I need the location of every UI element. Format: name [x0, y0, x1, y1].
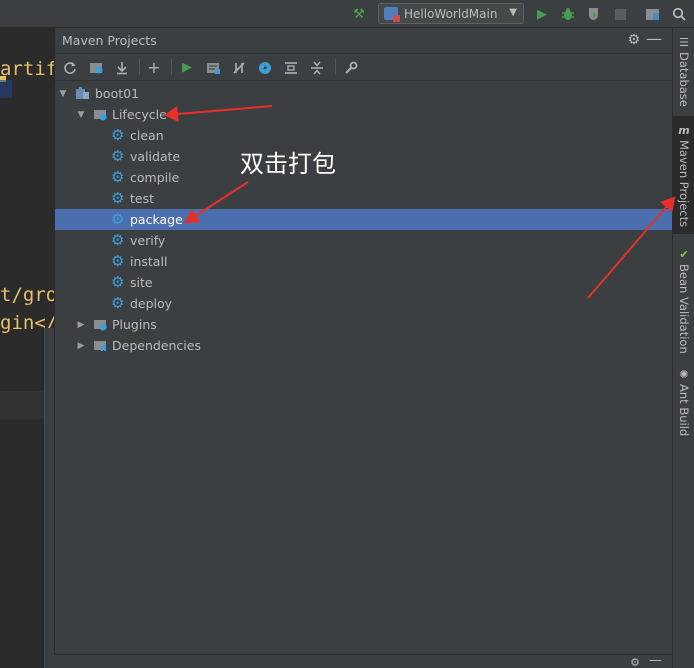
code-line: artif: [0, 58, 54, 80]
tab-bean-validation[interactable]: ✔ Bean Validation: [673, 248, 694, 354]
tab-maven-projects[interactable]: m Maven Projects: [673, 116, 694, 234]
annotation-text: 双击打包: [240, 150, 336, 178]
gear-icon[interactable]: ⚙: [627, 32, 640, 48]
phase-label: package: [130, 212, 183, 227]
phase-label: clean: [130, 128, 164, 143]
toolbar-separator: [335, 59, 336, 75]
phase-label: verify: [130, 233, 166, 248]
phase-label: deploy: [130, 296, 173, 311]
add-project-icon[interactable]: +: [145, 58, 163, 77]
tab-label: Maven Projects: [677, 140, 691, 228]
bottom-panel-edge: ⚙ —: [54, 653, 672, 668]
gear-icon: ⚙: [111, 252, 125, 270]
dependencies-folder-icon: [93, 338, 108, 353]
project-structure-icon[interactable]: [643, 5, 661, 23]
maven-icon: m: [678, 124, 690, 137]
chevron-down-icon: ▼: [509, 7, 517, 18]
lifecycle-phase-verify[interactable]: ⚙ verify: [55, 230, 673, 251]
ant-icon: ✺: [679, 368, 689, 381]
tree-node-lifecycle[interactable]: ▼ Lifecycle: [55, 104, 673, 125]
collapse-all-icon[interactable]: [308, 59, 326, 76]
code-editor[interactable]: artif t/gro gin</: [0, 28, 54, 668]
panel-title: Maven Projects: [62, 33, 157, 48]
editor-caret-row: [0, 391, 44, 419]
generate-sources-icon[interactable]: [87, 59, 105, 76]
lifecycle-phase-deploy[interactable]: ⚙ deploy: [55, 293, 673, 314]
phase-label: install: [130, 254, 168, 269]
maven-module-icon: [75, 86, 90, 101]
run-configuration-label: HelloWorldMain: [404, 6, 498, 21]
run-maven-build-icon[interactable]: ▶: [178, 59, 196, 76]
phase-label: compile: [130, 170, 180, 185]
main-toolbar: ⚒ HelloWorldMain ▼ ▶: [0, 0, 694, 28]
tab-database[interactable]: ☰ Database: [673, 36, 694, 107]
run-configuration-selector[interactable]: HelloWorldMain ▼: [378, 3, 524, 24]
maven-settings-wrench-icon[interactable]: [342, 59, 360, 76]
phase-label: site: [130, 275, 153, 290]
tab-label: Ant Build: [677, 384, 691, 437]
toolbar-separator: [171, 59, 172, 75]
code-selection: [0, 80, 12, 98]
execute-goal-icon[interactable]: [204, 59, 222, 76]
right-tool-window-strip: ☰ Database m Maven Projects ✔ Bean Valid…: [672, 28, 694, 668]
search-icon[interactable]: [670, 5, 688, 23]
phase-label: test: [130, 191, 155, 206]
run-with-coverage-icon[interactable]: [585, 5, 603, 23]
tree-node-label: Dependencies: [112, 338, 201, 353]
collapse-arrow-icon[interactable]: ▶: [76, 341, 86, 351]
tab-ant-build[interactable]: ✺ Ant Build: [673, 368, 694, 436]
lifecycle-phase-compile[interactable]: ⚙ compile: [55, 167, 673, 188]
maven-projects-panel: Maven Projects ⚙ — + ▶ ▼ boot01 ▼ Lifecy…: [54, 28, 673, 654]
lifecycle-phase-site[interactable]: ⚙ site: [55, 272, 673, 293]
application-config-icon: [384, 7, 400, 22]
tree-node-label: Lifecycle: [112, 107, 167, 122]
toolbar-separator: [139, 59, 140, 75]
minimize-icon[interactable]: —: [649, 653, 662, 668]
phase-label: validate: [130, 149, 181, 164]
toggle-offline-icon[interactable]: [230, 59, 248, 76]
tab-label: Database: [677, 52, 691, 107]
expand-arrow-icon[interactable]: ▼: [58, 89, 68, 99]
skip-tests-icon[interactable]: [256, 59, 274, 76]
lifecycle-phase-clean[interactable]: ⚙ clean: [55, 125, 673, 146]
gear-icon: ⚙: [111, 294, 125, 312]
tab-label: Bean Validation: [677, 264, 691, 354]
lifecycle-phase-validate[interactable]: ⚙ validate: [55, 146, 673, 167]
database-icon: ☰: [679, 36, 689, 49]
bean-validation-icon: ✔: [679, 248, 689, 261]
tree-node-label: boot01: [95, 86, 140, 101]
gear-icon: ⚙: [111, 126, 125, 144]
gear-icon: ⚙: [111, 168, 125, 186]
stop-icon[interactable]: [611, 5, 629, 23]
build-hammer-icon[interactable]: ⚒: [350, 5, 368, 23]
lifecycle-phase-package[interactable]: ⚙ package: [55, 209, 673, 230]
gear-icon[interactable]: ⚙: [630, 656, 640, 668]
lifecycle-phase-test[interactable]: ⚙ test: [55, 188, 673, 209]
gear-icon: ⚙: [111, 231, 125, 249]
lifecycle-folder-icon: [93, 107, 108, 122]
maven-toolbar: + ▶: [55, 54, 672, 81]
gear-icon: ⚙: [111, 210, 125, 228]
lifecycle-phase-install[interactable]: ⚙ install: [55, 251, 673, 272]
reimport-icon[interactable]: [61, 59, 79, 76]
editor-scrollbar[interactable]: [44, 328, 54, 668]
run-icon[interactable]: ▶: [533, 5, 551, 23]
debug-icon[interactable]: [559, 5, 577, 23]
tree-node-root[interactable]: ▼ boot01: [55, 83, 673, 104]
gear-icon: ⚙: [111, 273, 125, 291]
expand-arrow-icon[interactable]: ▼: [76, 110, 86, 120]
tree-node-label: Plugins: [112, 317, 157, 332]
gear-icon: ⚙: [111, 189, 125, 207]
tree-node-dependencies[interactable]: ▶ Dependencies: [55, 335, 673, 356]
show-dependencies-icon[interactable]: [282, 59, 300, 76]
tree-node-plugins[interactable]: ▶ Plugins: [55, 314, 673, 335]
code-line: t/gro: [0, 284, 54, 306]
plugins-folder-icon: [93, 317, 108, 332]
download-sources-icon[interactable]: [113, 59, 131, 76]
minimize-icon[interactable]: —: [646, 29, 662, 48]
collapse-arrow-icon[interactable]: ▶: [76, 320, 86, 330]
gear-icon: ⚙: [111, 147, 125, 165]
panel-header: Maven Projects ⚙ —: [55, 28, 672, 54]
